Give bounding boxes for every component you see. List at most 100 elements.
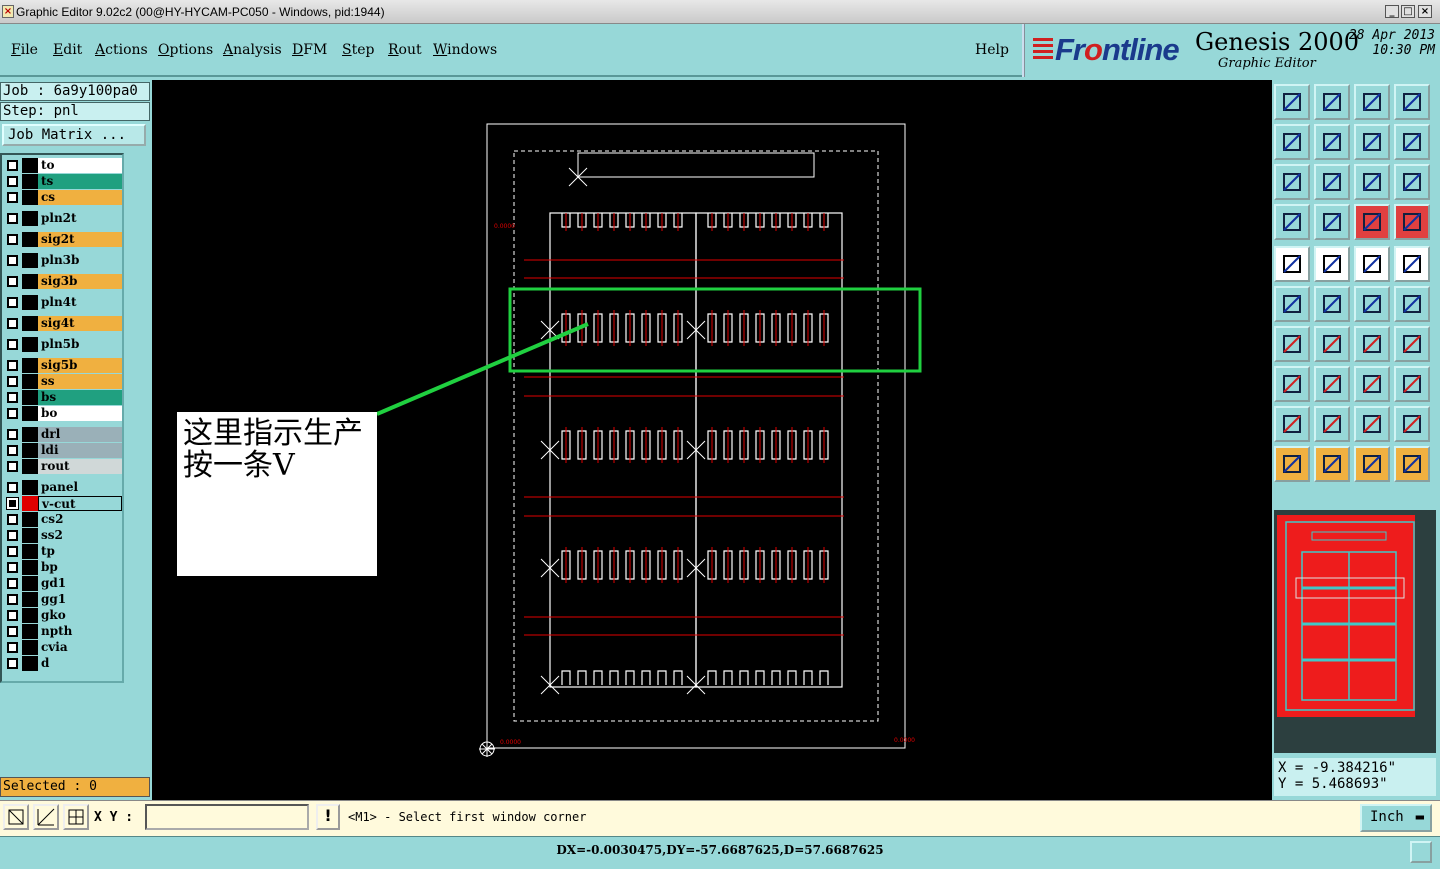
angle-button[interactable] — [1274, 326, 1310, 362]
snap-button[interactable] — [1274, 366, 1310, 402]
menu-dfm[interactable]: DFM — [292, 42, 327, 58]
line-button[interactable] — [1314, 246, 1350, 282]
layer-checkbox[interactable] — [7, 176, 18, 187]
layer-row-drl[interactable]: drl — [4, 427, 122, 442]
key-button[interactable] — [1314, 204, 1350, 240]
layer-checkbox[interactable] — [7, 658, 18, 669]
layer-row-v-cut[interactable]: v-cut — [4, 496, 122, 511]
layer-checkbox[interactable] — [7, 445, 18, 456]
layer-row-npth[interactable]: npth — [4, 624, 122, 639]
layer-checkbox[interactable] — [7, 429, 18, 440]
layer-checkbox[interactable] — [7, 530, 18, 541]
scale-button[interactable] — [1354, 164, 1390, 200]
layer-checkbox[interactable] — [7, 297, 18, 308]
layer-checkbox[interactable] — [7, 546, 18, 557]
export-button[interactable] — [1314, 124, 1350, 160]
extend-button[interactable] — [1394, 406, 1430, 442]
menu-analysis[interactable]: Analysis — [223, 42, 282, 58]
layer-checkbox[interactable] — [7, 482, 18, 493]
group-button[interactable] — [1394, 366, 1430, 402]
window-button[interactable] — [1394, 84, 1430, 120]
menu-step[interactable]: Step — [342, 42, 374, 58]
copy-button[interactable] — [1394, 286, 1430, 322]
save-button[interactable] — [1314, 84, 1350, 120]
menu-edit[interactable]: Edit — [53, 42, 82, 58]
layer-row-ts[interactable]: ts — [4, 174, 122, 189]
layer-row-ldi[interactable]: ldi — [4, 443, 122, 458]
layer-checkbox[interactable] — [7, 642, 18, 653]
layer-checkbox[interactable] — [7, 626, 18, 637]
menu-windows[interactable]: Windows — [433, 42, 497, 58]
layer-row-cs[interactable]: cs — [4, 190, 122, 205]
select-button[interactable] — [1274, 446, 1310, 482]
measure-button[interactable] — [33, 804, 59, 830]
layer-row-gg1[interactable]: gg1 — [4, 592, 122, 607]
menu-options[interactable]: Options — [158, 42, 213, 58]
layer-checkbox[interactable] — [7, 610, 18, 621]
maximize-button[interactable]: □ — [1401, 5, 1415, 18]
delete-button[interactable] — [1314, 286, 1350, 322]
layer-checkbox[interactable] — [7, 339, 18, 350]
layer-checkbox[interactable] — [7, 461, 18, 472]
menu-actions[interactable]: Actions — [95, 42, 148, 58]
ruler-button[interactable] — [1354, 246, 1390, 282]
layer-row-bp[interactable]: bp — [4, 560, 122, 575]
layer-row-cvia[interactable]: cvia — [4, 640, 122, 655]
layer-checkbox[interactable] — [7, 255, 18, 266]
minimize-button[interactable]: _ — [1385, 5, 1399, 18]
layer-row-sig2t[interactable]: sig2t — [4, 232, 122, 247]
units-select[interactable]: Inch ▬ — [1360, 804, 1432, 832]
select-box-button[interactable] — [1314, 446, 1350, 482]
layer-checkbox[interactable] — [7, 594, 18, 605]
alert-icon[interactable]: ! — [316, 804, 340, 830]
menu-rout[interactable]: Rout — [388, 42, 422, 58]
layer-row-pln4t[interactable]: pln4t — [4, 295, 122, 310]
layer-row-pln3b[interactable]: pln3b — [4, 253, 122, 268]
select-net-button[interactable] — [1394, 446, 1430, 482]
layer-checkbox[interactable] — [7, 192, 18, 203]
xy-input[interactable] — [145, 804, 309, 830]
measure-button[interactable] — [1354, 366, 1390, 402]
open-step-button[interactable] — [1274, 84, 1310, 120]
zoom-center-button[interactable] — [1314, 164, 1350, 200]
layer-checkbox[interactable] — [7, 392, 18, 403]
layer-row-sig5b[interactable]: sig5b — [4, 358, 122, 373]
layer-checkbox[interactable] — [7, 578, 18, 589]
layer-checkbox[interactable] — [6, 497, 19, 510]
route-button[interactable] — [1394, 204, 1430, 240]
split-button[interactable] — [1394, 326, 1430, 362]
zoom-fit-button[interactable] — [1274, 164, 1310, 200]
home-button[interactable] — [1354, 84, 1390, 120]
layer-checkbox[interactable] — [7, 318, 18, 329]
mirror-button[interactable] — [1354, 124, 1390, 160]
connect-button[interactable] — [1274, 286, 1310, 322]
layer-row-sig3b[interactable]: sig3b — [4, 274, 122, 289]
import-button[interactable] — [1274, 124, 1310, 160]
arc-button[interactable] — [1354, 326, 1390, 362]
move-button[interactable] — [1354, 286, 1390, 322]
layer-checkbox[interactable] — [7, 408, 18, 419]
layer-checkbox[interactable] — [7, 360, 18, 371]
layer-checkbox[interactable] — [7, 213, 18, 224]
layer-row-sig4t[interactable]: sig4t — [4, 316, 122, 331]
overview-map[interactable] — [1274, 510, 1436, 753]
slope-button[interactable] — [1314, 326, 1350, 362]
layer-checkbox[interactable] — [7, 160, 18, 171]
close-button[interactable]: × — [1418, 5, 1432, 18]
layer-row-ss[interactable]: ss — [4, 374, 122, 389]
pad-button[interactable] — [1274, 246, 1310, 282]
help-button[interactable] — [1394, 164, 1430, 200]
layer-checkbox[interactable] — [7, 376, 18, 387]
layer-row-tp[interactable]: tp — [4, 544, 122, 559]
layer-row-bo[interactable]: bo — [4, 406, 122, 421]
layer-row-rout[interactable]: rout — [4, 459, 122, 474]
layer-row-d[interactable]: d — [4, 656, 122, 671]
rotate-button[interactable] — [1394, 124, 1430, 160]
trim-button[interactable] — [1354, 406, 1390, 442]
menu-file[interactable]: File — [11, 42, 38, 58]
menu-help[interactable]: Help — [975, 42, 1009, 58]
align-button[interactable] — [1314, 366, 1350, 402]
layer-props-button[interactable] — [1274, 204, 1310, 240]
layer-checkbox[interactable] — [7, 562, 18, 573]
edit-triangle-button[interactable] — [1314, 406, 1350, 442]
